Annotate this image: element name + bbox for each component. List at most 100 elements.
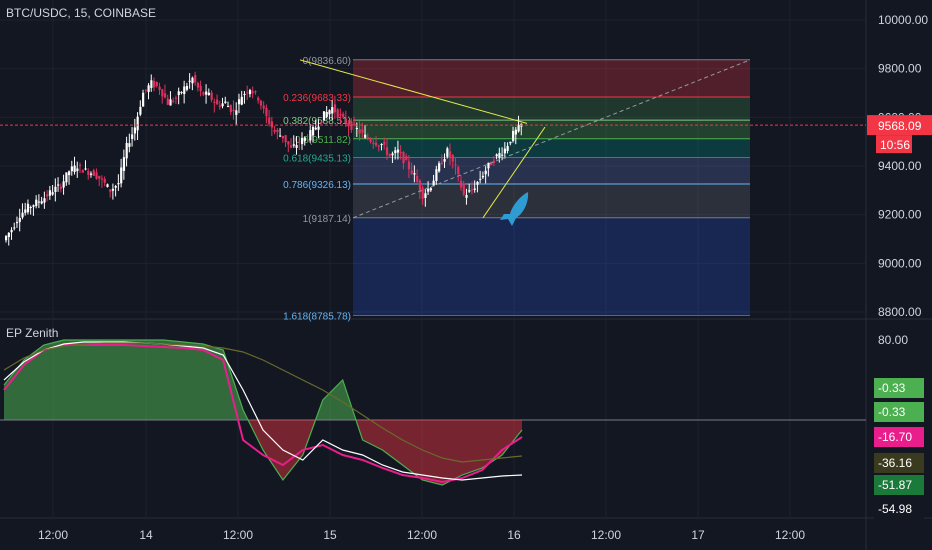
candle-body (366, 137, 369, 139)
candle-body (402, 151, 405, 164)
osc-value-label: -0.33 (878, 405, 906, 419)
fib-level-label: 1(9187.14) (303, 214, 351, 225)
candle-body (416, 175, 419, 182)
osc-value-label: -0.33 (878, 381, 906, 395)
candle-body (117, 183, 120, 185)
candle-body (309, 130, 312, 141)
candle-body (13, 227, 16, 229)
candle-body (144, 89, 147, 91)
candle-body (451, 154, 454, 162)
candle-body (514, 129, 517, 135)
fib-zone (353, 97, 750, 121)
candle-body (142, 92, 145, 107)
x-tick-label: 14 (139, 528, 153, 542)
candle-body (322, 111, 326, 121)
candle-body (503, 148, 507, 154)
candle-body (399, 152, 402, 154)
candle-body (139, 106, 142, 115)
candle-body (418, 180, 422, 192)
x-tick-label: 12:00 (591, 528, 621, 542)
candle-body (150, 80, 153, 88)
candle-body (388, 154, 391, 157)
symbol-label[interactable]: BTC/USDC, 15, COINBASE (6, 6, 156, 20)
candle-body (287, 141, 290, 145)
candle-body (155, 82, 158, 87)
candle-body (380, 144, 383, 146)
candle-body (424, 193, 427, 198)
fib-zone (353, 120, 750, 139)
candle-body (328, 110, 331, 115)
candle-body (284, 135, 287, 143)
candle-body (98, 175, 101, 179)
candle-body (311, 127, 315, 136)
candle-body (353, 123, 356, 125)
candle-body (473, 188, 476, 190)
x-tick-label: 12:00 (223, 528, 253, 542)
candle-body (512, 131, 515, 141)
candle-body (18, 217, 21, 222)
candle-body (199, 85, 202, 92)
candle-body (114, 186, 117, 188)
y-tick-label: 8800.00 (878, 305, 922, 319)
candle-body (26, 203, 30, 213)
candle-body (279, 135, 282, 137)
candle-body (62, 181, 65, 188)
candle-body (232, 109, 235, 112)
candle-body (87, 170, 90, 175)
candle-body (306, 139, 309, 141)
candle-body (131, 134, 134, 139)
x-tick-label: 15 (323, 528, 337, 542)
indicator-name[interactable]: EP Zenith (6, 326, 58, 340)
chart-canvas: 12:00 14 12:00 15 12:00 16 12:00 17 12:00 10000.0… (0, 0, 932, 550)
candle-body (336, 109, 339, 118)
candle-body (413, 173, 416, 175)
candle-body (213, 101, 216, 104)
candle-body (495, 154, 498, 157)
candle-body (506, 145, 509, 151)
candle-body (174, 97, 178, 99)
candle-body (40, 201, 43, 204)
candle-body (457, 167, 460, 175)
candle-body (185, 85, 189, 90)
candle-body (210, 92, 213, 100)
candle-body (35, 199, 38, 207)
candle-body (169, 99, 172, 106)
candle-body (133, 127, 137, 134)
candle-body (301, 137, 304, 145)
candle-body (333, 104, 337, 113)
y-tick-label: 9000.00 (878, 256, 922, 270)
candle-body (51, 192, 54, 195)
candle-body (509, 141, 512, 144)
candle-body (421, 187, 424, 199)
candle-body (254, 91, 257, 93)
candle-body (479, 178, 482, 180)
candle-body (487, 162, 490, 169)
candle-body (273, 129, 276, 132)
candle-body (196, 82, 200, 88)
candle-body (65, 172, 68, 183)
x-tick-label: 12:00 (38, 528, 68, 542)
x-tick-label: 12:00 (775, 528, 805, 542)
candle-body (262, 105, 265, 109)
osc-value-label: -16.70 (878, 430, 912, 444)
candle-body (54, 186, 57, 193)
candle-body (172, 100, 175, 102)
candle-body (292, 144, 295, 146)
candle-body (43, 198, 46, 203)
y-tick-label: 9200.00 (878, 208, 922, 222)
countdown-label: 10:56 (880, 138, 910, 152)
candle-body (180, 92, 183, 94)
candle-body (89, 173, 93, 175)
candle-body (470, 189, 474, 191)
candle-body (361, 129, 364, 133)
candle-body (59, 186, 63, 189)
fib-level-label: 0.5(9511.82) (295, 135, 351, 146)
candle-body (375, 142, 378, 146)
candle-body (218, 105, 221, 107)
candle-body (385, 147, 389, 155)
candle-body (183, 86, 186, 95)
candle-body (344, 118, 348, 124)
candle-body (268, 117, 271, 125)
fib-zone (353, 138, 750, 158)
candle-body (57, 184, 60, 186)
